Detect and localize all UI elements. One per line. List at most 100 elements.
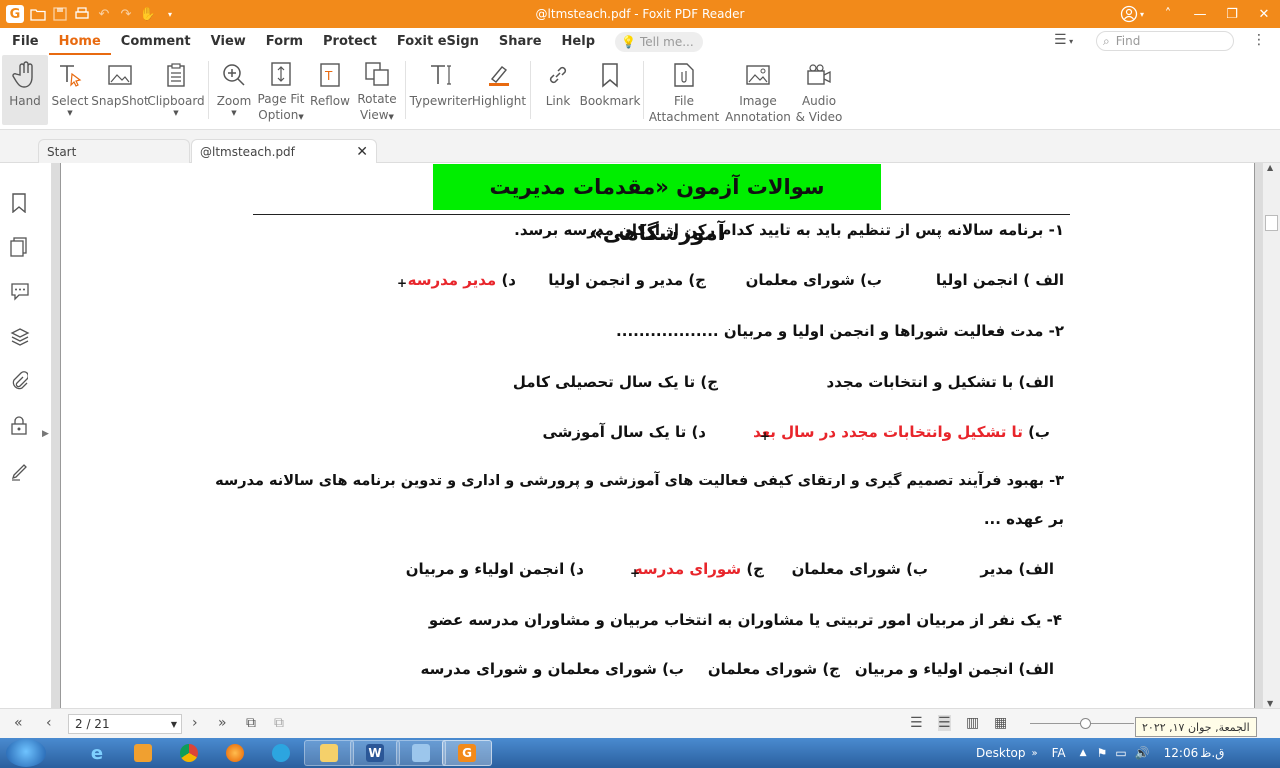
tab-current-document[interactable]: @ltmsteach.pdf ✕ xyxy=(191,139,377,163)
typewriter-button[interactable]: Typewriter xyxy=(410,55,472,125)
q3-option-d: د) انجمن اولیاء و مربیان xyxy=(405,560,584,578)
taskbar-internet-explorer[interactable]: e xyxy=(72,740,122,766)
save-icon[interactable] xyxy=(52,6,68,22)
rotate-line2: View xyxy=(360,108,389,122)
close-tab-icon[interactable]: ✕ xyxy=(356,144,368,160)
redo-icon[interactable]: ↷ xyxy=(118,6,134,22)
taskbar-telegram[interactable] xyxy=(256,740,306,766)
clock-time[interactable]: 12:06 xyxy=(1164,746,1199,760)
continuous-facing-view-icon[interactable]: ▦ xyxy=(994,715,1007,731)
panel-expand-arrow-icon[interactable]: ▶ xyxy=(42,429,49,439)
previous-page-icon[interactable]: ‹ xyxy=(46,715,52,731)
volume-icon[interactable]: 🔊 xyxy=(1135,746,1150,760)
attachments-panel-icon[interactable] xyxy=(10,371,30,391)
rotate-chevron-icon[interactable]: ▼ xyxy=(389,113,394,121)
page-fit-chevron-icon[interactable]: ▼ xyxy=(298,113,303,121)
facing-view-icon[interactable]: ▥ xyxy=(966,715,979,731)
action-center-flag-icon[interactable]: ⚑ xyxy=(1097,746,1108,760)
hand-tool-button[interactable]: Hand xyxy=(2,55,48,125)
tab-home[interactable]: Home xyxy=(48,28,111,55)
undo-icon[interactable]: ↶ xyxy=(96,6,112,22)
tab-view[interactable]: View xyxy=(201,28,256,55)
last-page-icon[interactable]: » xyxy=(218,715,227,731)
audio-video-button[interactable]: Audio & Video xyxy=(796,55,842,125)
snapshot-button[interactable]: SnapShot xyxy=(91,55,149,125)
next-page-icon[interactable]: › xyxy=(192,715,198,731)
tab-foxit-esign[interactable]: Foxit eSign xyxy=(387,28,489,55)
clipboard-button[interactable]: Clipboard ▼ xyxy=(147,55,205,125)
file-attachment-line1: File xyxy=(673,94,695,108)
ribbon-collapse-icon[interactable]: ˄ xyxy=(1152,0,1184,28)
single-page-view-icon[interactable]: ☰ xyxy=(910,715,923,731)
rotate-view-button[interactable]: Rotate View▼ xyxy=(353,55,401,125)
network-icon[interactable]: ▭ xyxy=(1115,746,1126,760)
toolbar-expand-icon[interactable]: » xyxy=(1032,748,1038,759)
tab-form[interactable]: Form xyxy=(256,28,313,55)
select-dropdown-chevron-icon[interactable]: ▼ xyxy=(67,109,72,117)
close-button[interactable]: ✕ xyxy=(1248,0,1280,28)
taskbar-app[interactable] xyxy=(396,740,446,766)
tab-start[interactable]: Start xyxy=(38,139,190,163)
pages-panel-icon[interactable] xyxy=(10,237,30,257)
start-button[interactable] xyxy=(6,739,46,767)
page-fit-option-button[interactable]: Page Fit Option▼ xyxy=(255,55,307,125)
tab-help[interactable]: Help xyxy=(552,28,605,55)
hand-tool-quick-icon[interactable]: ✋ xyxy=(140,6,156,22)
tell-me-box[interactable]: 💡 Tell me... xyxy=(615,31,704,52)
open-folder-icon[interactable] xyxy=(30,6,46,22)
select-tool-button[interactable]: Select ▼ xyxy=(48,55,92,125)
taskbar-chrome[interactable] xyxy=(164,740,214,766)
vertical-scrollbar[interactable]: ▲ ▼ xyxy=(1262,163,1280,708)
zoom-dropdown-chevron-icon[interactable]: ▼ xyxy=(231,109,236,117)
file-attachment-button[interactable]: File Attachment xyxy=(648,55,720,125)
clipboard-dropdown-chevron-icon[interactable]: ▼ xyxy=(173,109,178,117)
answer-marker: + xyxy=(397,276,408,290)
extract-page-icon[interactable]: ⧉ xyxy=(274,715,284,731)
find-input[interactable]: ⌕ Find xyxy=(1096,31,1234,51)
foxit-logo-icon[interactable]: G xyxy=(6,5,24,23)
restore-button[interactable]: ❐ xyxy=(1216,0,1248,28)
taskbar-firefox[interactable] xyxy=(210,740,260,766)
copy-page-icon[interactable]: ⧉ xyxy=(246,715,256,731)
tab-comment[interactable]: Comment xyxy=(111,28,201,55)
taskbar-file-explorer[interactable] xyxy=(304,740,354,766)
tray-expand-icon[interactable]: ▲ xyxy=(1080,748,1087,758)
continuous-view-icon[interactable]: ☰ xyxy=(938,715,951,731)
security-panel-icon[interactable] xyxy=(10,415,30,435)
comments-panel-icon[interactable] xyxy=(10,281,30,301)
print-icon[interactable] xyxy=(74,6,90,22)
more-options-icon[interactable]: ⋮ xyxy=(1252,32,1266,48)
scroll-down-arrow-icon[interactable]: ▼ xyxy=(1267,699,1273,708)
page-number-field[interactable]: 2 / 21 ▼ xyxy=(68,714,182,734)
user-account-icon[interactable]: ▾ xyxy=(1112,0,1152,28)
highlight-button[interactable]: Highlight xyxy=(472,55,526,125)
audio-video-line2: & Video xyxy=(795,110,843,124)
first-page-icon[interactable]: « xyxy=(14,715,23,731)
taskbar-foxit-reader[interactable]: G xyxy=(442,740,492,766)
bookmark-panel-icon[interactable] xyxy=(10,193,30,214)
tab-share[interactable]: Share xyxy=(489,28,552,55)
q1-option-d-prefix: د) xyxy=(501,271,516,289)
reflow-button[interactable]: T Reflow xyxy=(307,55,353,125)
customize-toolbar-chevron-icon[interactable]: ▾ xyxy=(162,6,178,22)
taskbar-word[interactable]: W xyxy=(350,740,400,766)
page-fit-line1: Page Fit xyxy=(257,92,305,106)
scrollbar-thumb[interactable] xyxy=(1265,215,1278,231)
taskbar-media-player[interactable] xyxy=(118,740,168,766)
tab-protect[interactable]: Protect xyxy=(313,28,387,55)
image-annotation-button[interactable]: Image Annotation xyxy=(720,55,796,125)
page-dropdown-chevron-icon[interactable]: ▼ xyxy=(171,720,177,729)
scroll-up-arrow-icon[interactable]: ▲ xyxy=(1267,163,1273,172)
zoom-slider-knob[interactable] xyxy=(1080,718,1091,729)
minimize-button[interactable]: — xyxy=(1184,0,1216,28)
bookmark-button[interactable]: Bookmark xyxy=(580,55,640,125)
tab-file[interactable]: File xyxy=(2,28,49,55)
layers-panel-icon[interactable] xyxy=(10,327,30,347)
link-button[interactable]: Link xyxy=(535,55,581,125)
zoom-button[interactable]: Zoom ▼ xyxy=(213,55,255,125)
signature-panel-icon[interactable] xyxy=(10,461,30,481)
page-fit-line2: Option xyxy=(258,108,299,122)
desktop-toolbar-label[interactable]: Desktop xyxy=(976,746,1026,760)
view-options-icon[interactable]: ☰ ▾ xyxy=(1054,32,1073,48)
language-indicator[interactable]: FA xyxy=(1052,746,1066,760)
